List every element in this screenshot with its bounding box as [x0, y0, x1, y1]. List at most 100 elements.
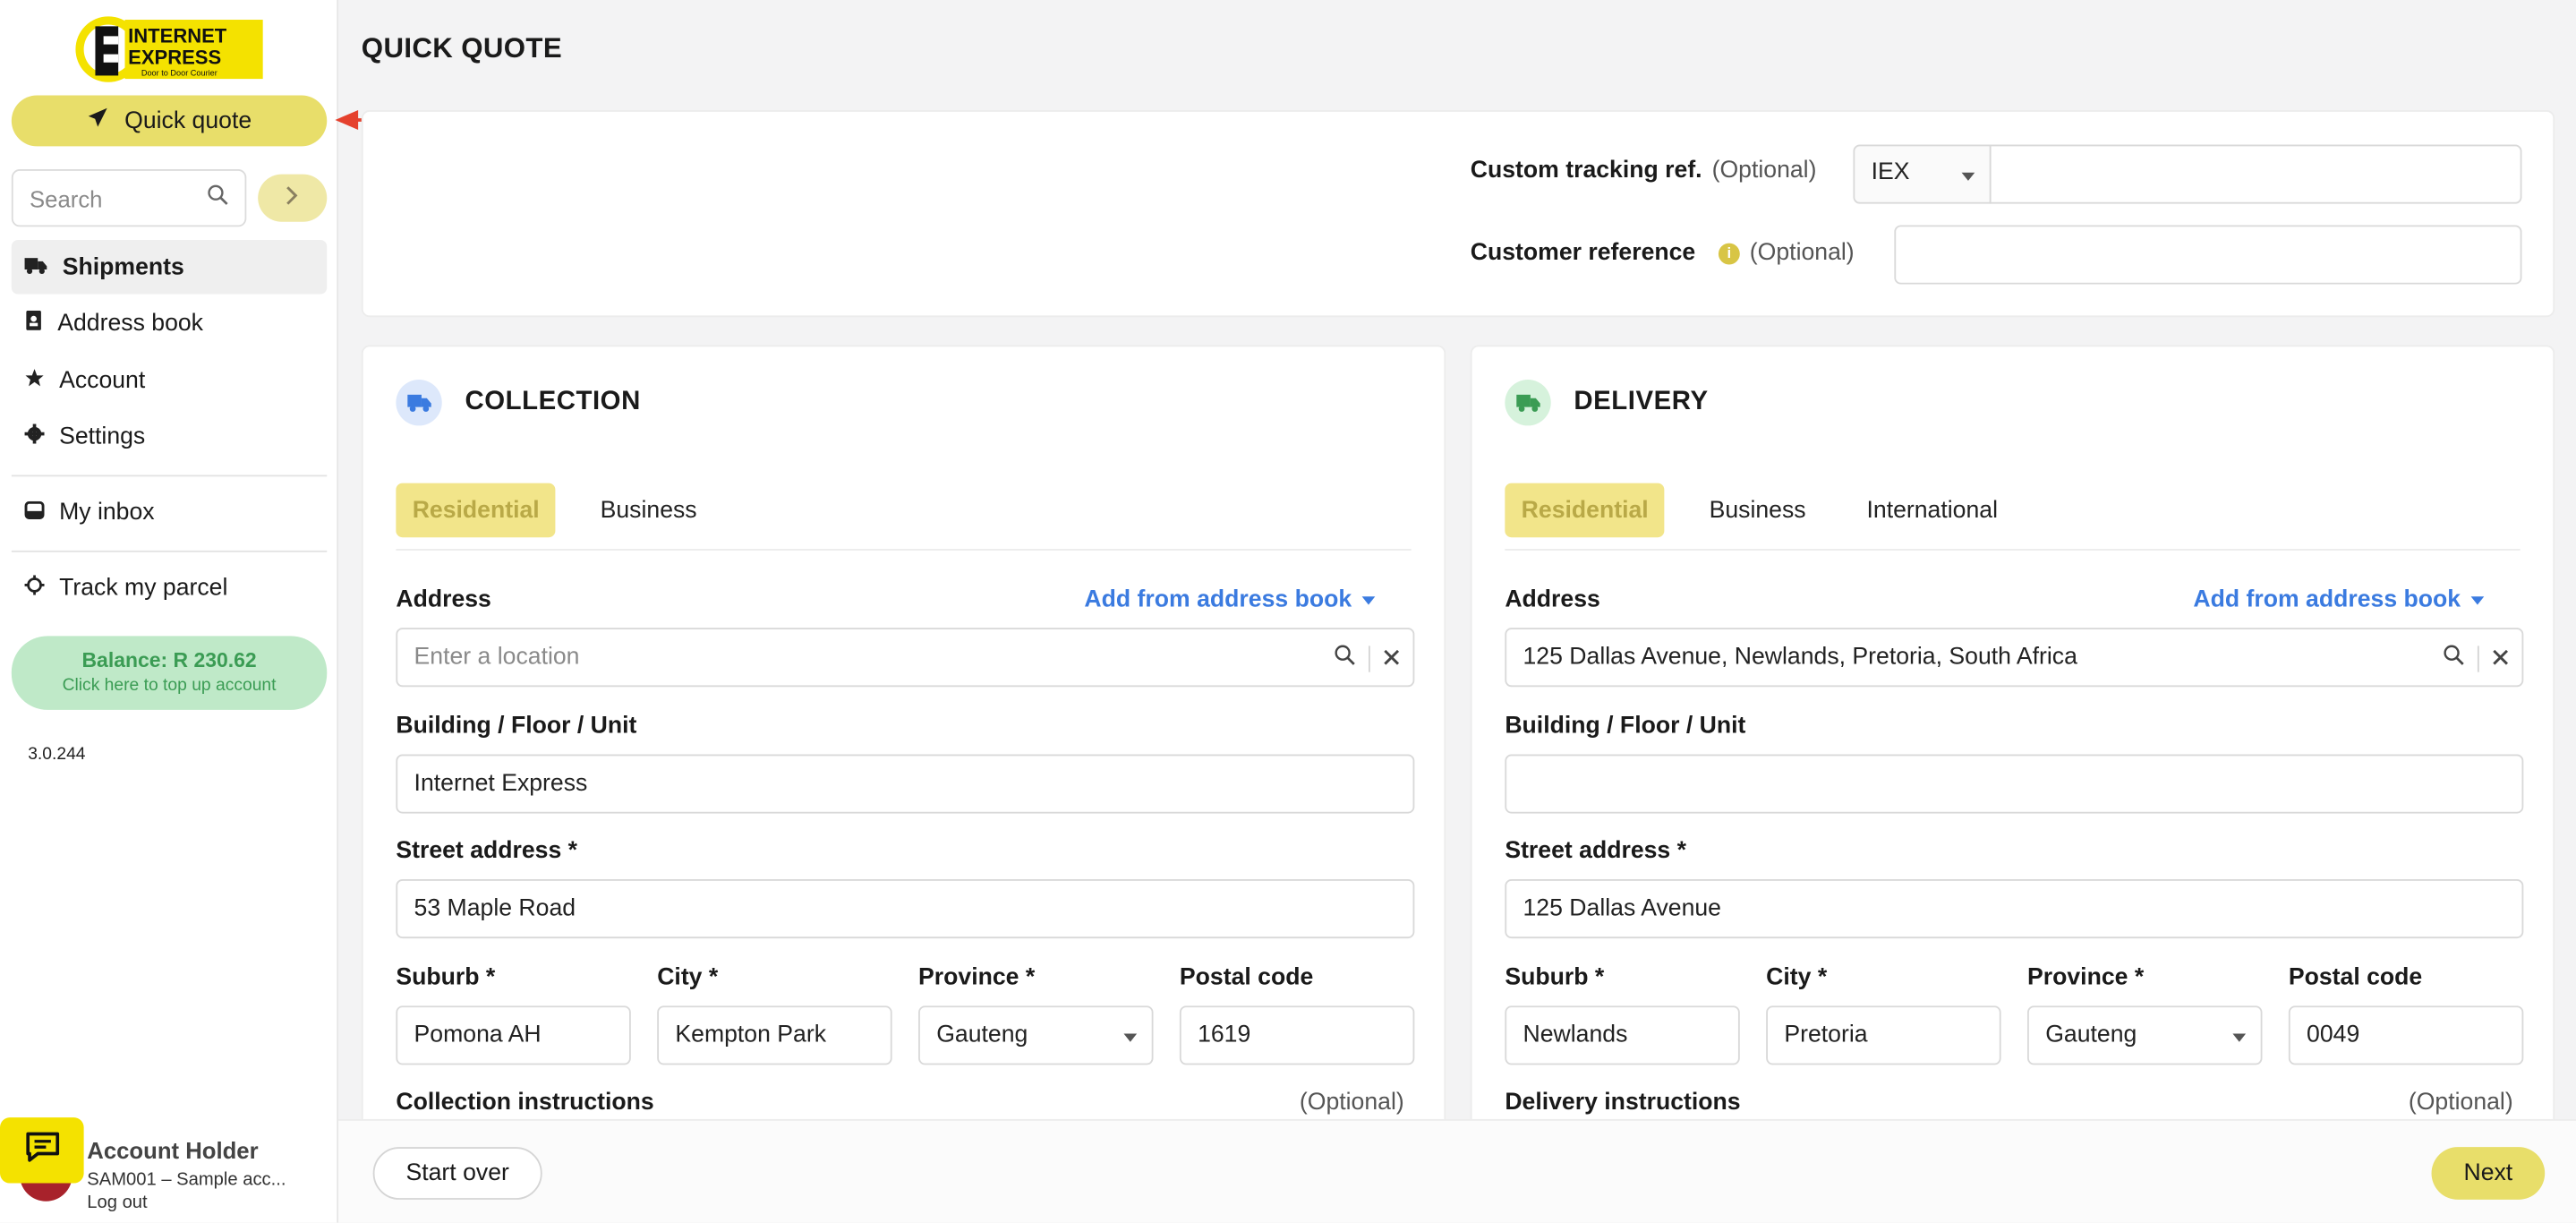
quick-quote-label: Quick quote: [124, 107, 252, 134]
sidebar-item-address-book[interactable]: Address book: [12, 296, 327, 351]
expand-sidebar-button[interactable]: [258, 174, 328, 222]
collection-address-input[interactable]: Enter a location: [396, 628, 1415, 688]
quick-quote-button[interactable]: Quick quote: [11, 95, 328, 147]
suburb-value: Newlands: [1523, 1022, 1628, 1049]
suburb-label: Suburb *: [1505, 964, 1605, 991]
building-value: Internet Express: [414, 770, 588, 798]
tab-residential[interactable]: Residential: [1505, 483, 1666, 538]
chevron-down-icon: [1123, 1033, 1138, 1042]
optional-text: (Optional): [2408, 1089, 2513, 1116]
logout-link[interactable]: Log out: [87, 1193, 147, 1213]
search-icon[interactable]: [207, 184, 228, 213]
delivery-title: DELIVERY: [1574, 388, 1709, 416]
optional-text: (Optional): [1749, 239, 1855, 267]
close-icon[interactable]: [2492, 645, 2509, 671]
chat-button[interactable]: [0, 1117, 84, 1184]
start-over-button[interactable]: Start over: [372, 1147, 542, 1200]
delivery-city-input[interactable]: Pretoria: [1766, 1005, 2001, 1065]
delivery-province-select[interactable]: Gauteng: [2027, 1005, 2263, 1065]
delivery-postal-input[interactable]: 0049: [2288, 1005, 2524, 1065]
divider: [1368, 645, 1370, 671]
delivery-building-input[interactable]: [1505, 754, 2524, 814]
tracking-prefix-select[interactable]: IEX: [1853, 144, 1992, 204]
nav-divider: [11, 549, 328, 552]
city-value: Pretoria: [1784, 1022, 1868, 1049]
customer-reference-label-text: Customer reference: [1470, 239, 1696, 267]
custom-tracking-input[interactable]: [1989, 144, 2522, 204]
tracking-prefix-value: IEX: [1871, 159, 1910, 186]
collection-suburb-input[interactable]: Pomona AH: [396, 1005, 631, 1065]
sidebar-item-shipments[interactable]: Shipments: [11, 239, 328, 295]
tab-international[interactable]: International: [1850, 483, 2014, 538]
add-from-address-book-button[interactable]: Add from address book: [2193, 586, 2484, 613]
chevron-right-icon: [285, 184, 301, 213]
truck-icon: [1505, 380, 1551, 426]
customer-reference-input[interactable]: [1894, 225, 2522, 285]
sidebar-item-my-inbox[interactable]: My inbox: [12, 485, 327, 540]
sidebar-item-label: Account: [59, 367, 146, 394]
gear-icon: [24, 423, 45, 450]
street-value: 53 Maple Road: [414, 895, 576, 922]
customer-reference-label: Customer reference i (Optional): [1471, 240, 1855, 266]
search-icon[interactable]: [2443, 645, 2464, 672]
balance-topup-button[interactable]: Balance: R 230.62 Click here to top up a…: [11, 636, 328, 710]
sidebar-search[interactable]: [11, 169, 247, 227]
collection-title: COLLECTION: [465, 388, 641, 416]
street-label: Street address *: [396, 838, 578, 865]
delivery-header: DELIVERY: [1505, 380, 1709, 426]
instructions-label: Collection instructions: [396, 1089, 654, 1116]
collection-postal-input[interactable]: 1619: [1179, 1005, 1415, 1065]
info-icon[interactable]: i: [1718, 243, 1740, 265]
search-input[interactable]: [30, 184, 194, 211]
truck-icon: [396, 380, 442, 426]
search-icon[interactable]: [1334, 645, 1355, 672]
address-label: Address: [1505, 586, 1600, 613]
delivery-address-input[interactable]: 125 Dallas Avenue, Newlands, Pretoria, S…: [1505, 628, 2524, 688]
tab-residential[interactable]: Residential: [396, 483, 557, 538]
chevron-down-icon: [2470, 595, 2484, 604]
delivery-street-input[interactable]: 125 Dallas Avenue: [1505, 878, 2524, 939]
delivery-panel: DELIVERY Residential Business Internatio…: [1470, 345, 2555, 1134]
send-icon: [87, 107, 108, 134]
collection-panel: COLLECTION Residential Business Address …: [361, 345, 1446, 1134]
postal-label: Postal code: [1179, 964, 1314, 991]
sidebar-item-label: My inbox: [59, 499, 155, 526]
add-from-address-book-label: Add from address book: [1084, 586, 1352, 613]
balance-topup-hint: Click here to top up account: [62, 675, 277, 696]
tab-business[interactable]: Business: [1693, 483, 1822, 538]
collection-header: COLLECTION: [396, 380, 641, 426]
collection-street-input[interactable]: 53 Maple Road: [396, 878, 1415, 939]
province-value: Gauteng: [2045, 1022, 2137, 1049]
add-from-address-book-button[interactable]: Add from address book: [1084, 586, 1375, 613]
address-label: Address: [396, 586, 491, 613]
account-area: Account Holder SAM001 – Sample acc... Lo…: [0, 1117, 337, 1222]
close-icon[interactable]: [1383, 645, 1400, 671]
sidebar-item-account[interactable]: Account: [12, 354, 327, 408]
address-book-icon: [25, 310, 43, 337]
street-label: Street address *: [1505, 838, 1686, 865]
tab-business[interactable]: Business: [584, 483, 713, 538]
delivery-suburb-input[interactable]: Newlands: [1505, 1005, 1740, 1065]
street-value: 125 Dallas Avenue: [1523, 895, 1722, 922]
sidebar-item-track-my-parcel[interactable]: Track my parcel: [12, 561, 327, 616]
postal-label: Postal code: [2288, 964, 2423, 991]
collection-city-input[interactable]: Kempton Park: [657, 1005, 892, 1065]
sidebar: INTERNET EXPRESS Door to Door Courier Qu…: [0, 0, 339, 1223]
next-button[interactable]: Next: [2431, 1147, 2546, 1200]
sidebar-item-settings[interactable]: Settings: [12, 410, 327, 465]
province-value: Gauteng: [936, 1022, 1028, 1049]
collection-province-select[interactable]: Gauteng: [918, 1005, 1154, 1065]
optional-text: (Optional): [1299, 1089, 1404, 1116]
truck-icon: [24, 254, 48, 280]
app-version: 3.0.244: [28, 744, 86, 765]
chevron-down-icon: [1961, 172, 1975, 181]
collection-building-input[interactable]: Internet Express: [396, 754, 1415, 814]
instructions-label: Delivery instructions: [1505, 1089, 1741, 1116]
chat-icon: [24, 1130, 60, 1171]
svg-text:INTERNET: INTERNET: [128, 25, 227, 47]
sidebar-item-label: Address book: [57, 310, 203, 338]
province-label: Province *: [918, 964, 1036, 991]
svg-text:Door to Door Courier: Door to Door Courier: [141, 68, 218, 77]
postal-value: 1619: [1198, 1022, 1251, 1049]
internet-express-logo[interactable]: INTERNET EXPRESS Door to Door Courier: [73, 13, 267, 86]
